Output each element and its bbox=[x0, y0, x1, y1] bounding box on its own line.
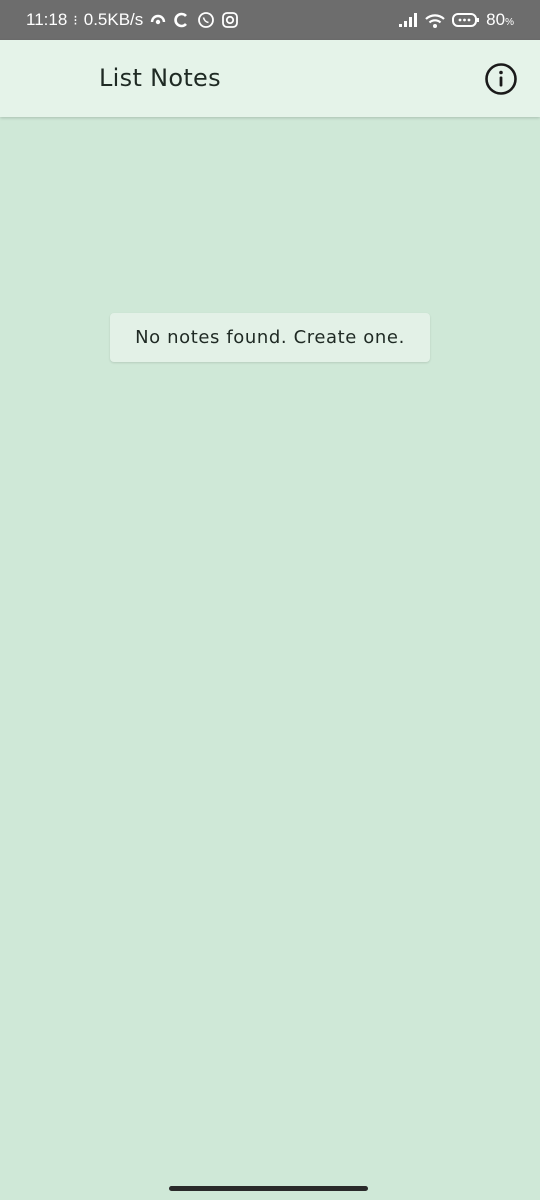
wifi-icon bbox=[424, 11, 446, 29]
status-bar-left: 11:18 ⁝ 0.5KB/s bbox=[26, 10, 239, 30]
status-bar: 11:18 ⁝ 0.5KB/s 80% bbox=[0, 0, 540, 40]
status-separator: ⁝ bbox=[73, 11, 78, 28]
status-network-speed: 0.5KB/s bbox=[83, 10, 144, 29]
signal-icon bbox=[398, 12, 418, 28]
app-bar: List Notes bbox=[0, 40, 540, 117]
battery-icon bbox=[452, 12, 480, 28]
empty-state-card: No notes found. Create one. bbox=[110, 313, 430, 362]
hotspot-icon bbox=[149, 11, 167, 29]
c-app-icon bbox=[173, 11, 191, 29]
whatsapp-icon bbox=[197, 11, 215, 29]
page-title: List Notes bbox=[99, 64, 221, 92]
battery-level: 80% bbox=[486, 10, 514, 29]
status-bar-right: 80% bbox=[398, 10, 514, 30]
info-button[interactable] bbox=[483, 61, 519, 97]
status-time: 11:18 bbox=[26, 10, 68, 29]
instagram-icon bbox=[221, 11, 239, 29]
empty-state-message: No notes found. Create one. bbox=[135, 327, 405, 348]
gesture-nav-handle[interactable] bbox=[169, 1186, 368, 1191]
info-icon bbox=[484, 62, 518, 96]
